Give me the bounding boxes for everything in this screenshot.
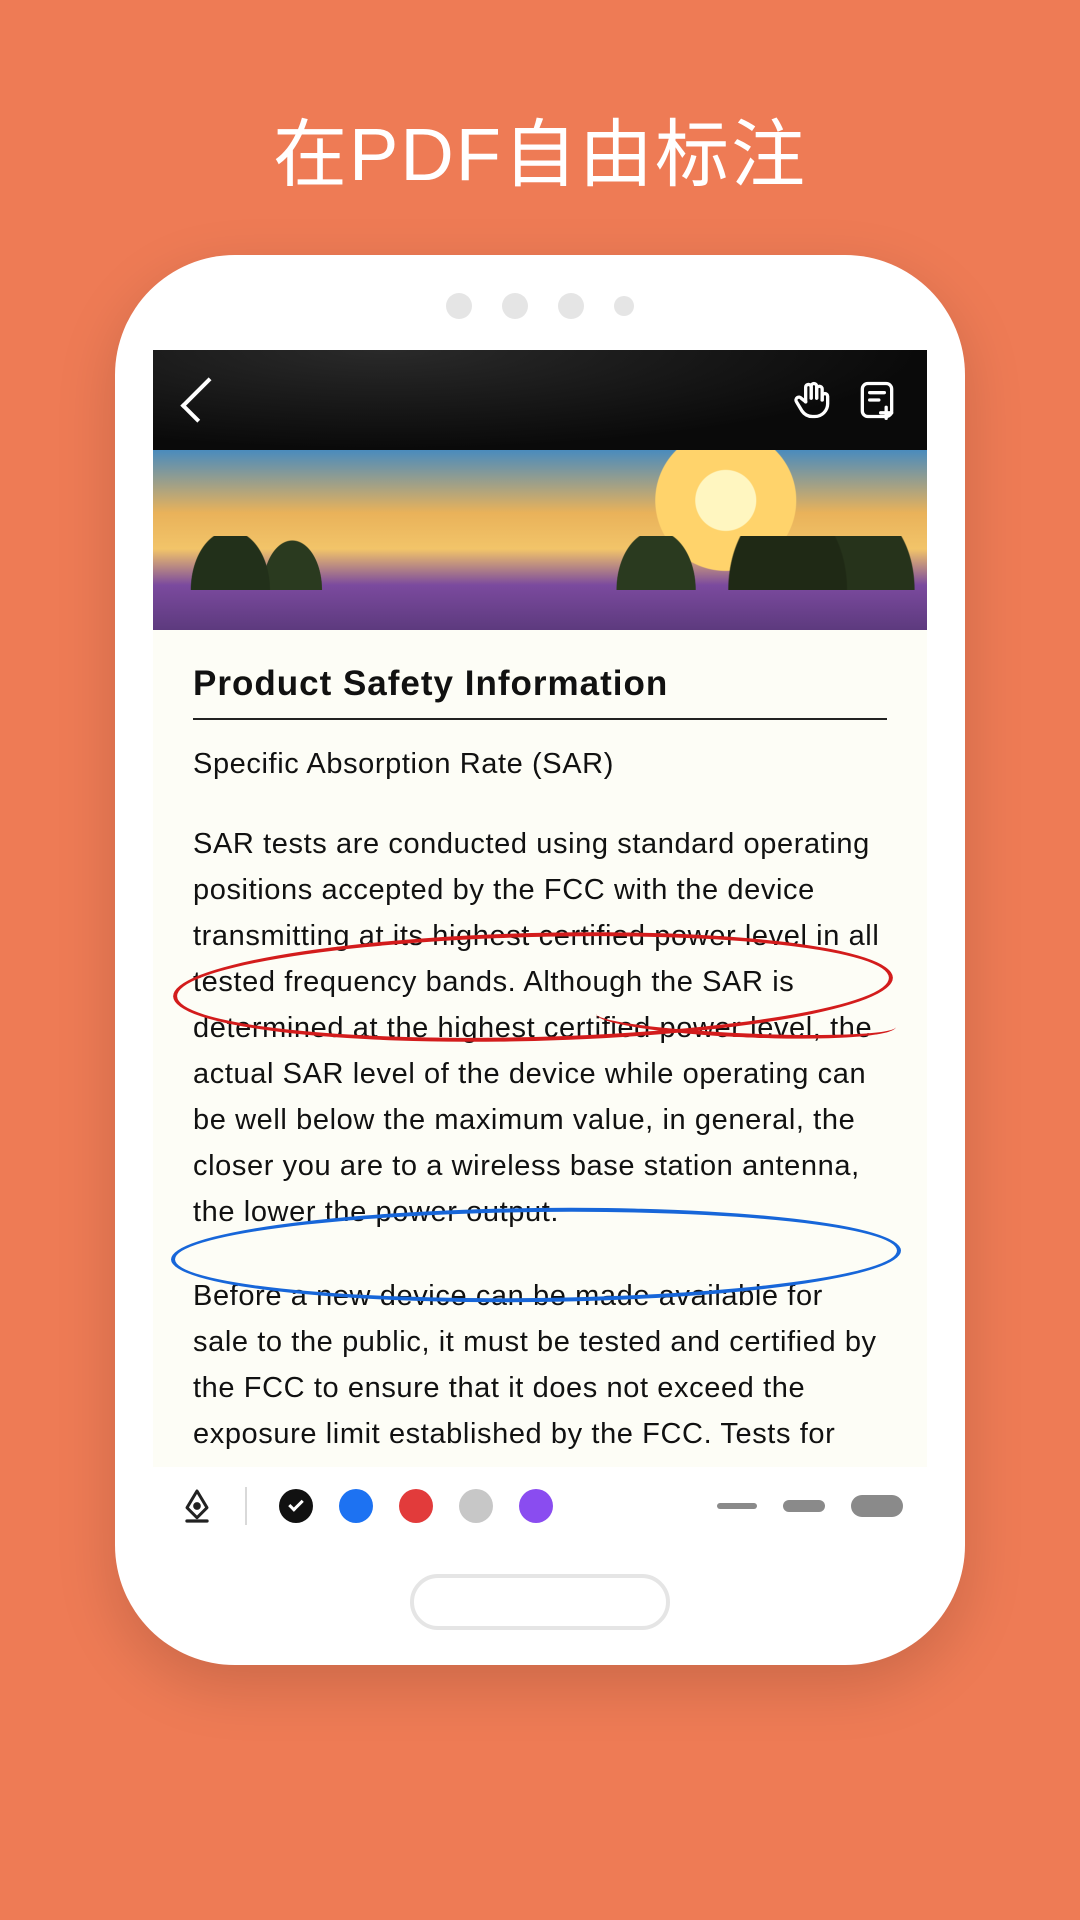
color-swatch-purple[interactable] xyxy=(519,1489,553,1523)
note-add-icon[interactable] xyxy=(855,378,899,422)
pen-tool-icon[interactable] xyxy=(177,1486,217,1526)
color-swatch-black[interactable] xyxy=(279,1489,313,1523)
home-button[interactable] xyxy=(410,1574,670,1630)
annotation-toolbar xyxy=(153,1467,927,1545)
toolbar-separator xyxy=(245,1487,247,1525)
color-swatch-red[interactable] xyxy=(399,1489,433,1523)
stroke-width-medium[interactable] xyxy=(783,1500,825,1512)
app-header xyxy=(153,350,927,450)
color-swatch-gray[interactable] xyxy=(459,1489,493,1523)
stroke-width-thick[interactable] xyxy=(851,1495,903,1517)
check-icon xyxy=(288,1496,304,1512)
speaker-dots xyxy=(115,293,965,319)
document-subtitle: Specific Absorption Rate (SAR) xyxy=(193,748,887,781)
document-body[interactable]: Product Safety Information Specific Abso… xyxy=(153,630,927,1467)
promo-title: 在PDF自由标注 xyxy=(0,0,1080,202)
document-hero-image xyxy=(153,450,927,630)
document-title: Product Safety Information xyxy=(193,664,887,720)
hand-pointer-icon[interactable] xyxy=(791,378,835,422)
document-paragraph-2: Before a new device can be made availabl… xyxy=(193,1273,887,1467)
back-icon[interactable] xyxy=(180,377,225,422)
document-paragraph-1: SAR tests are conducted using standard o… xyxy=(193,821,887,1235)
screen: Product Safety Information Specific Abso… xyxy=(153,350,927,1545)
phone-frame: Product Safety Information Specific Abso… xyxy=(115,255,965,1665)
color-swatch-blue[interactable] xyxy=(339,1489,373,1523)
stroke-width-thin[interactable] xyxy=(717,1503,757,1509)
